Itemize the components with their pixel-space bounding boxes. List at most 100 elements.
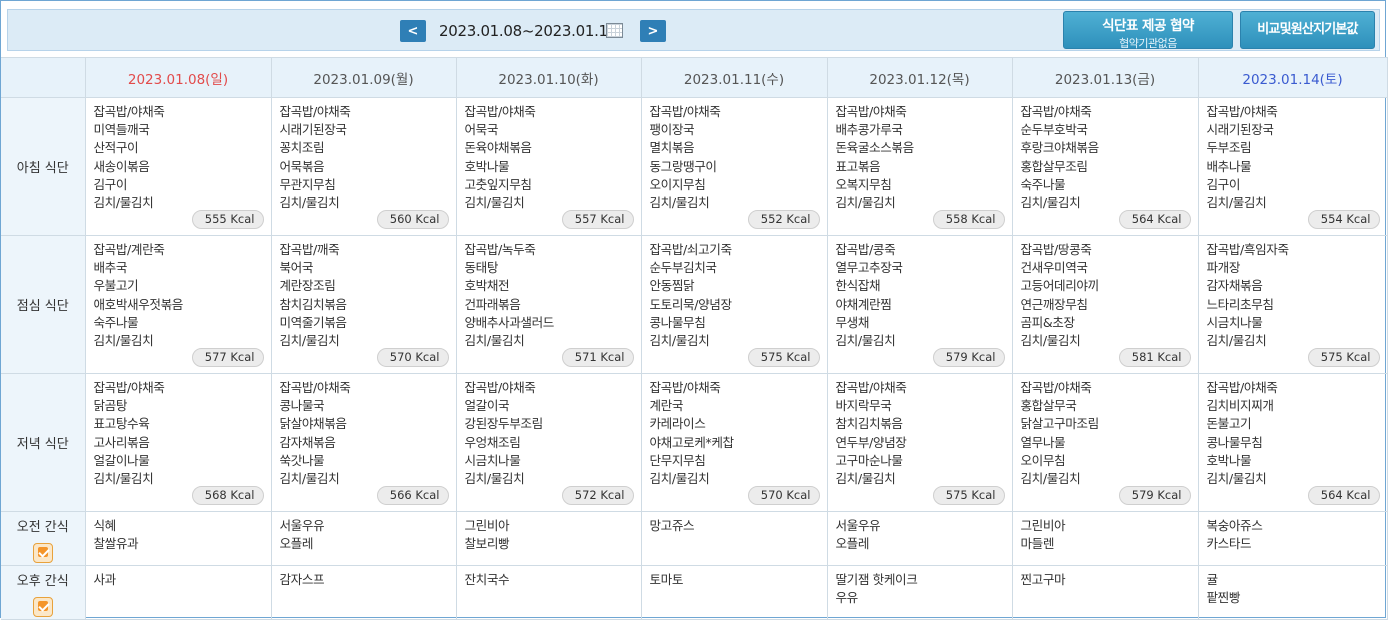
snack-row-morning-snack: 오전 간식 식혜 찰쌀유과 서울우유 오플레 그린비아 찰보리빵 망고쥬스 서울우유 오플레 그린비…: [1, 511, 1388, 566]
corner-cell: [1, 57, 86, 98]
menu-item: 건파래볶음: [464, 296, 521, 312]
meal-cell[interactable]: 잡곡밥/야채죽 미역들깨국 산적구이 새송이볶음 김구이 김치/물김치 555 Kcal: [84, 97, 272, 236]
snack-cell[interactable]: 서울우유 오플레: [826, 511, 1013, 566]
menu-item: 잡곡밥/깨죽: [279, 242, 340, 257]
snack-list: 딸기잼 핫케이크 우유: [828, 566, 1012, 607]
snack-list: 찐고구마: [1013, 566, 1198, 589]
checkbox-icon[interactable]: [32, 596, 53, 617]
meal-cell[interactable]: 잡곡밥/야채죽 콩나물국 닭살야채볶음 감자채볶음 쑥갓나물 김치/물김치 566 Kcal: [270, 373, 457, 512]
meal-cell[interactable]: 잡곡밥/콩죽 열무고추장국 한식잡채 야채계란찜 무생채 김치/물김치 579 Kcal: [826, 235, 1013, 374]
snack-cell[interactable]: 귤 팥찐빵: [1197, 565, 1388, 620]
snack-cell[interactable]: 식혜 찰쌀유과: [84, 511, 272, 566]
chevron-left-icon[interactable]: <: [400, 20, 426, 42]
snack-item: 서울우유: [835, 518, 881, 533]
meal-cell[interactable]: 잡곡밥/흑임자죽 파개장 감자채볶음 느타리초무침 시금치나물 김치/물김치 575 Kca…: [1197, 235, 1388, 374]
menu-item: 잡곡밥/야채죽: [1206, 104, 1278, 119]
snack-cell[interactable]: 토마토: [640, 565, 828, 620]
snack-cell[interactable]: 그린비아 마들렌: [1011, 511, 1199, 566]
menu-item: 배추나물: [1206, 158, 1252, 174]
menu-item: 무생채: [835, 314, 870, 330]
menu-item: 닭살고구마조림: [1020, 416, 1100, 432]
snack-list: 귤 팥찐빵: [1199, 566, 1387, 607]
meal-cell[interactable]: 잡곡밥/야채죽 팽이장국 멸치볶음 동그랑땡구이 오이지무침 김치/물김치 552 Kcal: [640, 97, 828, 236]
menu-item: 순두부김치국: [649, 260, 718, 276]
meal-row-breakfast: 아침 식단 잡곡밥/야채죽 미역들깨국 산적구이 새송이볶음 김구이 김치/물김치 555 K…: [1, 97, 1388, 236]
meal-label: 저녁 식단: [1, 373, 86, 512]
menu-item: 숙주나물: [1020, 176, 1066, 192]
snack-cell[interactable]: 그린비아찰보리빵: [455, 511, 642, 566]
snack-item: 그린비아: [464, 518, 510, 533]
meal-cell[interactable]: 잡곡밥/쇠고기죽 순두부김치국 안동찜닭 도토리묵/양념장 콩나물무침 김치/물김치 575…: [640, 235, 828, 374]
calendar-icon[interactable]: [606, 23, 623, 38]
meal-cell[interactable]: 잡곡밥/녹두죽 동태탕 호박채전 건파래볶음 양배추사과샐러드 김치/물김치 571 Kca…: [455, 235, 642, 374]
meal-cell[interactable]: 잡곡밥/야채죽 계란국 카레라이스 야채고로케*케찹 단무지무침 김치/물김치 570 Kc…: [640, 373, 828, 512]
meal-cell[interactable]: 잡곡밥/야채죽 얼갈이국 강된장두부조림 우엉채조림 시금치나물 김치/물김치 572 Kc…: [455, 373, 642, 512]
meal-cell[interactable]: 잡곡밥/땅콩죽 건새우미역국 고등어데리야끼 연근깨장무침 곰피&초장 김치/물김치 581…: [1011, 235, 1199, 374]
menu-item: 안동찜닭: [649, 278, 695, 294]
menu-list: 잡곡밥/땅콩죽 건새우미역국 고등어데리야끼 연근깨장무침 곰피&초장 김치/물김치: [1013, 236, 1198, 350]
kcal-badge: 579 Kcal: [932, 348, 1005, 367]
meal-cell[interactable]: 잡곡밥/야채죽 순두부호박국 후랑크야채볶음 홍합살무조림 숙주나물 김치/물김치 564 …: [1011, 97, 1199, 236]
snack-cell[interactable]: 감자스프: [270, 565, 457, 620]
menu-item: 감자채볶음: [279, 434, 336, 450]
menu-list: 잡곡밥/야채죽 순두부호박국 후랑크야채볶음 홍합살무조림 숙주나물 김치/물김치: [1013, 98, 1198, 212]
snack-cell[interactable]: 망고쥬스: [640, 511, 828, 566]
meal-cell[interactable]: 잡곡밥/야채죽 시래기된장국 꽁치조림 어묵볶음 무관지무침 김치/물김치 560 Kcal: [270, 97, 457, 236]
meal-cell[interactable]: 잡곡밥/야채죽 어묵국 돈육야채볶음 호박나물 고춧잎지무침 김치/물김치 557 Kcal: [455, 97, 642, 236]
checkbox-icon[interactable]: [32, 542, 53, 563]
kcal-badge: 575 Kcal: [932, 486, 1005, 505]
day-header-thu: 2023.01.12(목): [826, 57, 1013, 98]
chevron-right-icon[interactable]: >: [640, 20, 666, 42]
meal-cell[interactable]: 잡곡밥/야채죽 홍합살무국 닭살고구마조림 열무나물 오이무침 김치/물김치 579 Kca…: [1011, 373, 1199, 512]
kcal-badge: 566 Kcal: [376, 486, 449, 505]
meal-cell[interactable]: 잡곡밥/야채죽 바지락무국 참치김치볶음 연두부/양념장 고구마순나물 김치/물김치 575…: [826, 373, 1013, 512]
menu-list: 잡곡밥/콩죽 열무고추장국 한식잡채 야채계란찜 무생채 김치/물김치: [828, 236, 1012, 350]
compare-origin-default-button[interactable]: 비교및원산지기본값: [1240, 11, 1375, 49]
snack-item: 우유: [835, 590, 859, 606]
menu-item: 닭살야채볶음: [279, 416, 348, 432]
snack-item: 찐고구마: [1020, 572, 1066, 587]
menu-item: 배추국: [93, 260, 128, 276]
menu-item: 어묵국: [464, 122, 499, 138]
menu-list: 잡곡밥/야채죽 시래기된장국 두부조림 배추나물 김구이 김치/물김치: [1199, 98, 1387, 212]
menu-item: 잡곡밥/야채죽: [649, 380, 721, 395]
snack-cell[interactable]: 잔치국수: [455, 565, 642, 620]
menu-item: 호박채전: [464, 278, 510, 294]
snack-cell[interactable]: 복숭아쥬스 카스타드: [1197, 511, 1388, 566]
menu-item: 북어국: [279, 260, 314, 276]
snack-list: 식혜 찰쌀유과: [86, 512, 271, 553]
meal-cell[interactable]: 잡곡밥/야채죽 시래기된장국 두부조림 배추나물 김구이 김치/물김치 554 Kcal: [1197, 97, 1388, 236]
kcal-badge: 570 Kcal: [376, 348, 449, 367]
kcal-badge: 557 Kcal: [561, 210, 634, 229]
snack-cell[interactable]: 찐고구마: [1011, 565, 1199, 620]
meal-plan-agreement-button[interactable]: 식단표 제공 협약 협약기관없음: [1063, 11, 1233, 50]
menu-item: 오이지무침: [649, 176, 706, 192]
menu-item: 팽이장국: [649, 122, 695, 138]
menu-item: 표고탕수육: [93, 416, 150, 432]
meal-cell[interactable]: 잡곡밥/야채죽 김치비지찌개 돈불고기 콩나물무침 호박나물 김치/물김치 564 Kcal: [1197, 373, 1388, 512]
snack-item: 카스타드: [1206, 536, 1252, 552]
menu-item: 미역들깨국: [93, 122, 150, 138]
menu-item: 김구이: [93, 176, 128, 192]
menu-item: 홍합살무국: [1020, 398, 1077, 414]
snack-cell[interactable]: 딸기잼 핫케이크 우유: [826, 565, 1013, 620]
snack-cell[interactable]: 서울우유 오플레: [270, 511, 457, 566]
menu-list: 잡곡밥/쇠고기죽 순두부김치국 안동찜닭 도토리묵/양념장 콩나물무침 김치/물김치: [642, 236, 827, 350]
kcal-badge: 572 Kcal: [561, 486, 634, 505]
menu-list: 잡곡밥/흑임자죽 파개장 감자채볶음 느타리초무침 시금치나물 김치/물김치: [1199, 236, 1387, 350]
meal-cell[interactable]: 잡곡밥/깨죽 북어국 계란장조림 참치김치볶음 미역줄기볶음 김치/물김치 570 Kcal: [270, 235, 457, 374]
menu-item: 잡곡밥/콩죽: [835, 242, 896, 257]
snack-item: 감자스프: [279, 572, 325, 587]
meal-cell[interactable]: 잡곡밥/야채죽 배추콩가루국 돈육굴소스볶음 표고볶음 오복지무침 김치/물김치 558 K…: [826, 97, 1013, 236]
snack-label-cell: 오전 간식: [1, 511, 86, 566]
menu-item: 잡곡밥/야채죽: [464, 380, 536, 395]
meal-cell[interactable]: 잡곡밥/계란죽 배추국 우불고기 애호박새우젓볶음 숙주나물 김치/물김치 577 Kcal: [84, 235, 272, 374]
menu-item: 잡곡밥/야채죽: [93, 380, 165, 395]
meal-cell[interactable]: 잡곡밥/야채죽 닭곰탕 표고탕수육 고사리볶음 얼갈이나물 김치/물김치 568 Kcal: [84, 373, 272, 512]
snack-cell[interactable]: 사과: [84, 565, 272, 620]
snack-item: 찰보리빵: [464, 536, 510, 552]
menu-item: 애호박새우젓볶음: [93, 296, 184, 312]
menu-item: 김치비지찌개: [1206, 398, 1275, 414]
menu-item: 고구마순나물: [835, 452, 904, 468]
kcal-badge: 564 Kcal: [1307, 486, 1380, 505]
